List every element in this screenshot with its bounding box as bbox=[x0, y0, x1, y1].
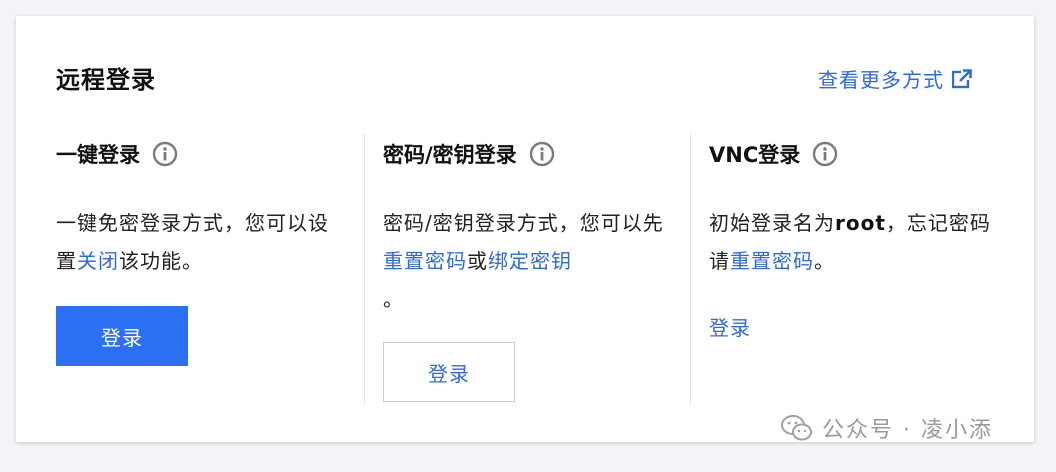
root-username: root bbox=[835, 211, 886, 235]
reset-password-link[interactable]: 重置密码 bbox=[730, 249, 814, 273]
one-click-login-section: 一键登录 一键免密登录方式，您可以设置关闭该功能。 登录 bbox=[56, 134, 336, 404]
page-title: 远程登录 bbox=[56, 66, 156, 94]
watermark: 公众号 · 凌小添 bbox=[780, 412, 993, 444]
vnc-login-section: VNC登录 初始登录名为root，忘记密码请重置密码。 登录 bbox=[709, 134, 999, 404]
one-click-login-title: 一键登录 bbox=[56, 143, 140, 167]
watermark-text: 公众号 · 凌小添 bbox=[822, 418, 993, 443]
password-key-login-title: 密码/密钥登录 bbox=[383, 143, 517, 167]
password-key-login-button[interactable]: 登录 bbox=[383, 342, 515, 402]
disable-link[interactable]: 关闭 bbox=[77, 249, 119, 273]
vnc-login-header: VNC登录 bbox=[709, 134, 999, 174]
info-icon[interactable] bbox=[529, 141, 555, 167]
more-methods-label: 查看更多方式 bbox=[818, 68, 944, 92]
reset-password-link[interactable]: 重置密码 bbox=[383, 249, 467, 273]
column-divider bbox=[690, 134, 691, 404]
external-link-icon bbox=[952, 68, 972, 88]
more-methods-link[interactable]: 查看更多方式 bbox=[818, 64, 972, 93]
vnc-login-link[interactable]: 登录 bbox=[709, 312, 751, 341]
wechat-icon bbox=[781, 415, 812, 441]
one-click-login-header: 一键登录 bbox=[56, 134, 336, 174]
one-click-login-description: 一键免密登录方式，您可以设置关闭该功能。 bbox=[56, 211, 329, 273]
vnc-login-description: 初始登录名为root，忘记密码请重置密码。 bbox=[709, 211, 991, 273]
column-divider bbox=[364, 134, 365, 404]
password-key-login-section: 密码/密钥登录 密码/密钥登录方式，您可以先 重置密码或绑定密钥。 登录 bbox=[383, 134, 673, 404]
password-key-login-description: 密码/密钥登录方式，您可以先 重置密码或绑定密钥。 bbox=[383, 211, 664, 311]
info-icon[interactable] bbox=[152, 141, 178, 167]
info-icon[interactable] bbox=[812, 141, 838, 167]
remote-login-card: 远程登录 查看更多方式 一键登录 一键免密登录方式，您可以设置关闭该功能。 登录 bbox=[16, 16, 1034, 442]
password-key-login-header: 密码/密钥登录 bbox=[383, 134, 673, 174]
one-click-login-button[interactable]: 登录 bbox=[56, 306, 188, 366]
bind-key-link[interactable]: 绑定密钥 bbox=[488, 249, 572, 273]
vnc-login-title: VNC登录 bbox=[709, 143, 801, 167]
